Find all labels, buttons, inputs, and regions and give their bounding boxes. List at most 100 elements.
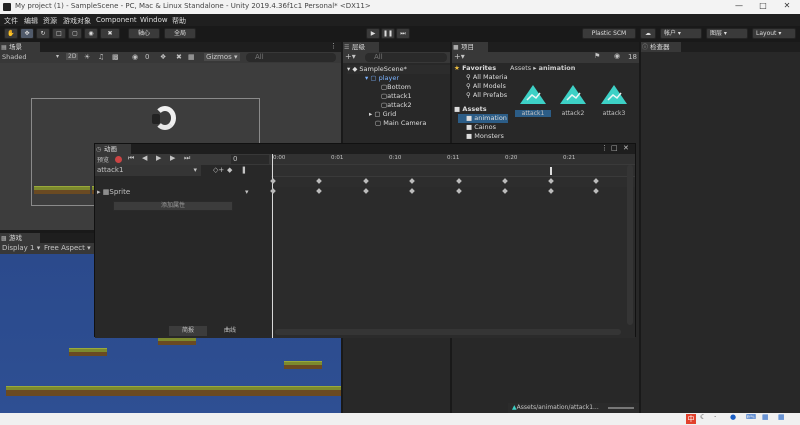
- grid-icon[interactable]: ▦: [778, 413, 785, 421]
- scale-tool-button[interactable]: □: [52, 28, 66, 39]
- menu-gameobject[interactable]: 游戏对象: [63, 16, 91, 26]
- event-icon[interactable]: ❚: [241, 166, 247, 174]
- asset-attack2[interactable]: attack2: [555, 82, 591, 118]
- keyframe[interactable]: [363, 188, 369, 194]
- microphone-icon[interactable]: ●: [730, 413, 736, 421]
- layers-dropdown[interactable]: 图层 ▾: [706, 28, 748, 39]
- step-button[interactable]: ⏭: [396, 28, 410, 39]
- tab-game[interactable]: ▩ 游戏: [0, 233, 40, 243]
- keyframe[interactable]: [593, 188, 599, 194]
- dopesheet-tab-button[interactable]: 简报: [169, 326, 207, 336]
- frame-field[interactable]: 0: [231, 155, 269, 164]
- aspect-dropdown[interactable]: Free Aspect ▾: [44, 244, 91, 252]
- zoom-slider[interactable]: [608, 407, 634, 409]
- visibility-icon[interactable]: ◉: [132, 53, 138, 61]
- layout-dropdown[interactable]: Layout ▾: [752, 28, 796, 39]
- shirt-icon[interactable]: ▦: [762, 413, 769, 421]
- property-menu-icon[interactable]: ▾: [245, 188, 249, 197]
- panel-menu-icon[interactable]: ⋮: [601, 144, 608, 152]
- next-key-button[interactable]: ▶: [170, 154, 175, 162]
- hierarchy-item-attack2[interactable]: ▢attack2: [381, 101, 412, 110]
- maximize-icon[interactable]: □: [611, 144, 618, 152]
- close-icon[interactable]: ✕: [623, 144, 629, 152]
- folder-monsters[interactable]: ■ Monsters: [466, 132, 504, 141]
- hand-tool-button[interactable]: ✋: [4, 28, 18, 39]
- add-property-button[interactable]: 添加属性: [113, 201, 233, 211]
- effects-icon[interactable]: ▩: [112, 53, 119, 61]
- create-button[interactable]: +▾: [345, 52, 356, 61]
- display-dropdown[interactable]: Display 1 ▾: [2, 244, 40, 252]
- play-animation-button[interactable]: ▶: [156, 154, 161, 162]
- custom-tool-button[interactable]: ✖: [100, 28, 120, 39]
- mode-2d-toggle[interactable]: 2D: [66, 53, 79, 60]
- breadcrumb-animation[interactable]: animation: [539, 64, 576, 72]
- curves-tab-button[interactable]: 曲线: [211, 326, 249, 336]
- panel-menu-icon[interactable]: ⋮: [330, 42, 337, 50]
- add-event-icon[interactable]: ◆: [227, 166, 232, 174]
- hierarchy-search-input[interactable]: All: [365, 53, 447, 62]
- keyframe[interactable]: [409, 188, 415, 194]
- scene-search-input[interactable]: All: [246, 53, 336, 62]
- preview-toggle[interactable]: 预览: [97, 155, 109, 164]
- dot-icon[interactable]: ·: [714, 413, 716, 421]
- prev-key-button[interactable]: ◀: [142, 154, 147, 162]
- tools-icon[interactable]: ❖: [160, 53, 166, 61]
- favorite-all-materials[interactable]: ⚲ All Materia: [466, 73, 508, 82]
- plastic-scm-button[interactable]: Plastic SCM: [582, 28, 636, 39]
- minimize-button[interactable]: —: [734, 1, 744, 11]
- hierarchy-item-attack1[interactable]: ▢attack1: [381, 92, 412, 101]
- keyframe[interactable]: [548, 188, 554, 194]
- account-dropdown[interactable]: 帐户 ▾: [660, 28, 702, 39]
- keyframe[interactable]: [502, 188, 508, 194]
- cloud-button[interactable]: ☁: [640, 28, 656, 39]
- menu-file[interactable]: 文件: [4, 16, 18, 26]
- folder-animation[interactable]: ■ animation: [458, 114, 508, 123]
- menu-assets[interactable]: 资源: [43, 16, 57, 26]
- tab-scene[interactable]: ▦ 场景: [0, 42, 40, 52]
- record-button[interactable]: [115, 156, 122, 163]
- play-button[interactable]: ▶: [366, 28, 380, 39]
- shading-dropdown[interactable]: Shaded: [2, 53, 26, 61]
- timeline-hscrollbar[interactable]: [275, 329, 621, 335]
- time-ruler[interactable]: 0:00 0:01 0:10 0:11 0:20 0:21: [271, 154, 635, 165]
- maximize-button[interactable]: □: [758, 1, 768, 11]
- camera-icon[interactable]: ✖: [176, 53, 182, 61]
- event-marker[interactable]: [550, 167, 552, 175]
- project-create-button[interactable]: +▾: [454, 52, 465, 61]
- timeline-vscrollbar[interactable]: [627, 165, 633, 325]
- close-button[interactable]: ✕: [782, 1, 792, 11]
- moon-icon[interactable]: ☾: [700, 413, 706, 421]
- keyboard-icon[interactable]: ⌨: [746, 413, 756, 421]
- menu-help[interactable]: 帮助: [172, 16, 186, 26]
- rect-tool-button[interactable]: ▢: [68, 28, 82, 39]
- tab-inspector[interactable]: ⓘ 检查器: [641, 42, 681, 52]
- keyframe[interactable]: [456, 188, 462, 194]
- tab-project[interactable]: ■ 项目: [452, 42, 488, 52]
- hierarchy-scene-root[interactable]: ▾ ◆ SampleScene*: [347, 65, 450, 74]
- hierarchy-item-bottom[interactable]: ▢Bottom: [381, 83, 411, 92]
- tab-hierarchy[interactable]: ☰ 层级: [343, 42, 379, 52]
- keyframe[interactable]: [316, 188, 322, 194]
- first-key-button[interactable]: ⏮: [128, 154, 134, 163]
- favorites-header[interactable]: ★ Favorites: [454, 64, 496, 73]
- pause-button[interactable]: ❚❚: [381, 28, 395, 39]
- tab-animation[interactable]: ◷ 动画: [95, 144, 131, 154]
- lighting-icon[interactable]: ☀: [84, 53, 90, 61]
- hierarchy-item-grid[interactable]: ▸ ▢ Grid: [369, 110, 396, 119]
- asset-attack1[interactable]: attack1: [515, 82, 551, 118]
- last-key-button[interactable]: ⏭: [184, 154, 190, 163]
- favorite-all-prefabs[interactable]: ⚲ All Prefabs: [466, 91, 507, 100]
- assets-root[interactable]: ■ Assets: [454, 105, 487, 114]
- filter-by-label-icon[interactable]: ⚑: [594, 52, 600, 60]
- menu-component[interactable]: Component: [96, 16, 137, 24]
- event-track[interactable]: [271, 165, 635, 177]
- add-keyframe-icon[interactable]: ◇+: [213, 166, 224, 174]
- transform-tool-button[interactable]: ◉: [84, 28, 98, 39]
- eye-icon[interactable]: ◉: [614, 52, 620, 60]
- menu-window[interactable]: Window: [140, 16, 168, 24]
- favorite-all-models[interactable]: ⚲ All Models: [466, 82, 506, 91]
- rotate-tool-button[interactable]: ↻: [36, 28, 50, 39]
- move-tool-button[interactable]: ✥: [20, 28, 34, 39]
- breadcrumb-assets[interactable]: Assets: [510, 64, 531, 72]
- asset-attack3[interactable]: attack3: [596, 82, 632, 118]
